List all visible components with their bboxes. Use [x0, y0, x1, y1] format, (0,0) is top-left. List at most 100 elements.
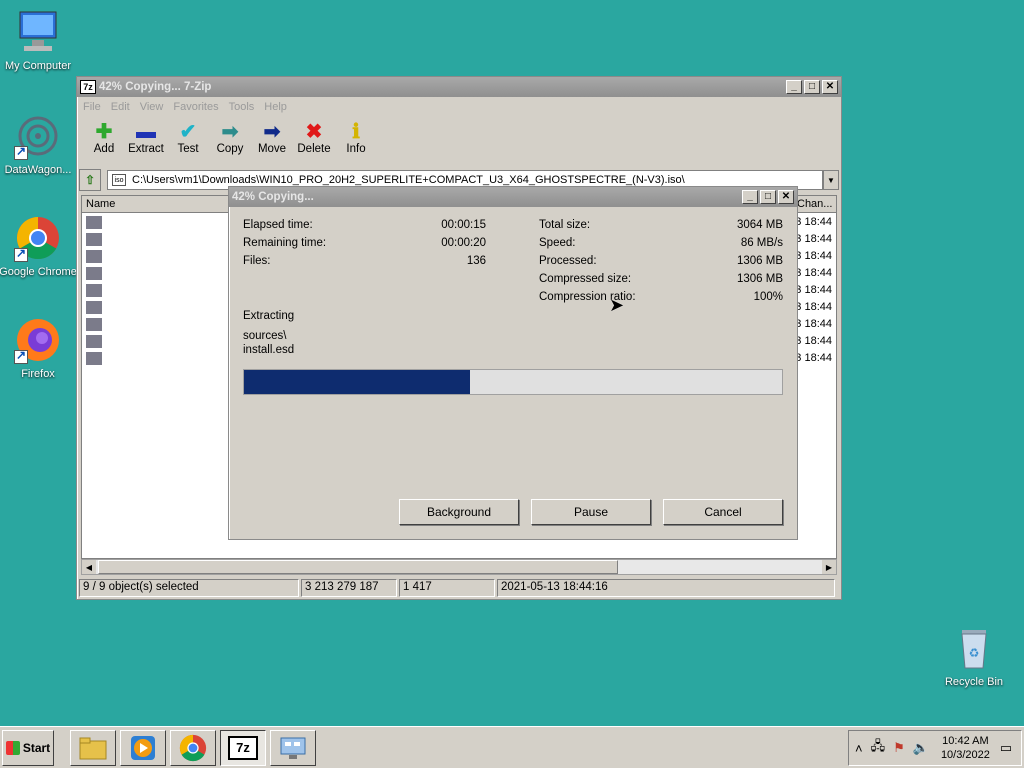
add-button[interactable]: ✚ Add — [83, 117, 125, 155]
chevron-down-icon: ▼ — [827, 175, 835, 185]
desktop-icon-recycle-bin[interactable]: ♻ Recycle Bin — [934, 624, 1014, 688]
chrome-icon — [179, 734, 207, 761]
file-icon[interactable] — [86, 318, 102, 331]
chrome-icon — [14, 214, 62, 262]
windows-flag-icon — [5, 740, 20, 755]
progress-bar — [243, 369, 783, 395]
scroll-right-button[interactable]: ▶ — [822, 560, 836, 574]
network-tray-icon[interactable]: 🖧 — [871, 737, 886, 759]
minimize-button[interactable]: _ — [786, 80, 802, 94]
copy-arrow-icon: ➡ — [221, 121, 239, 143]
menu-view[interactable]: View — [140, 101, 164, 113]
horizontal-scrollbar[interactable]: ◀ ▶ — [81, 559, 837, 575]
taskbar-7zip-button[interactable]: 7z — [220, 729, 266, 766]
menu-tools[interactable]: Tools — [229, 101, 255, 113]
network-icon — [280, 737, 306, 759]
menu-bar: File Edit View Favorites Tools Help — [77, 97, 841, 117]
cancel-button[interactable]: Cancel — [663, 499, 783, 525]
show-desktop-icon[interactable]: ▭ — [1000, 740, 1012, 756]
column-header-changed[interactable]: Chan... — [794, 196, 836, 213]
media-player-icon — [131, 735, 155, 760]
taskbar-network-button[interactable] — [270, 729, 316, 766]
speed-value: 86 MB/s — [740, 237, 783, 249]
show-hidden-icons-button[interactable]: ˄ — [855, 741, 863, 756]
test-button[interactable]: ✔ Test — [167, 117, 209, 155]
file-icon[interactable] — [86, 335, 102, 348]
menu-help[interactable]: Help — [264, 101, 287, 113]
desktop-icon-firefox[interactable]: Firefox — [0, 316, 78, 380]
scroll-left-button[interactable]: ◀ — [82, 560, 96, 574]
background-button[interactable]: Background — [399, 499, 519, 525]
main-titlebar[interactable]: 7z 42% Copying... 7-Zip _ □ ✕ — [77, 77, 841, 97]
taskbar-media-player-button[interactable] — [120, 729, 166, 766]
menu-edit[interactable]: Edit — [111, 101, 130, 113]
maximize-button[interactable]: □ — [760, 190, 776, 204]
row-modified: 3 18:44 — [795, 335, 832, 347]
processed-label: Processed: — [539, 255, 597, 267]
folder-icon[interactable] — [86, 250, 102, 263]
maximize-button[interactable]: □ — [804, 80, 820, 94]
folder-icon[interactable] — [86, 233, 102, 246]
pause-button[interactable]: Pause — [531, 499, 651, 525]
desktop-icon-my-computer[interactable]: My Computer — [0, 8, 78, 72]
mouse-cursor-icon: ➤ — [609, 295, 625, 315]
move-button[interactable]: ➡ Move — [251, 117, 293, 155]
extract-button[interactable]: ▬ Extract — [125, 117, 167, 155]
file-icon[interactable] — [86, 352, 102, 365]
desktop-icon-datawagon[interactable]: DataWagon... — [0, 112, 78, 176]
file-icon[interactable] — [86, 301, 102, 314]
operation-label: Extracting — [243, 310, 295, 322]
compressed-size-label: Compressed size: — [539, 273, 632, 285]
dialog-titlebar[interactable]: 42% Copying... _ □ ✕ — [229, 187, 797, 207]
info-icon: ℹ — [352, 121, 360, 143]
move-arrow-icon: ➡ — [263, 121, 281, 143]
window-title: 42% Copying... 7-Zip — [99, 81, 212, 93]
computer-icon — [14, 8, 62, 56]
add-label: Add — [93, 143, 115, 155]
recycle-bin-icon: ♻ — [950, 624, 998, 672]
row-modified: 3 18:44 — [795, 301, 832, 313]
desktop-icon-chrome[interactable]: Google Chrome — [0, 214, 78, 278]
shortcut-arrow-icon — [14, 348, 28, 364]
file-icon[interactable] — [86, 284, 102, 297]
menu-file[interactable]: File — [83, 101, 101, 113]
current-path-dir: sources\ — [243, 330, 287, 342]
speed-label: Speed: — [539, 237, 576, 249]
remaining-time-value: 00:00:20 — [441, 237, 486, 249]
action-center-icon[interactable]: ⚑ — [893, 740, 905, 756]
svg-text:♻: ♻ — [969, 646, 980, 660]
copy-button[interactable]: ➡ Copy — [209, 117, 251, 155]
delete-button[interactable]: ✖ Delete — [293, 117, 335, 155]
row-modified: 3 18:44 — [795, 250, 832, 262]
folder-icon — [79, 737, 107, 759]
info-button[interactable]: ℹ Info — [335, 117, 377, 155]
folder-icon[interactable] — [86, 267, 102, 280]
menu-favorites[interactable]: Favorites — [173, 101, 218, 113]
delete-label: Delete — [297, 143, 331, 155]
clock[interactable]: 10:42 AM 10/3/2022 — [941, 734, 990, 762]
folder-icon[interactable] — [86, 216, 102, 229]
address-dropdown-button[interactable]: ▼ — [823, 170, 839, 190]
minimize-button[interactable]: _ — [742, 190, 758, 204]
dialog-title: 42% Copying... — [232, 191, 314, 203]
7zip-app-icon: 7z — [80, 80, 96, 94]
extract-label: Extract — [128, 143, 164, 155]
close-button[interactable]: ✕ — [822, 80, 838, 94]
column-header-name[interactable]: Name — [86, 198, 115, 210]
volume-icon[interactable]: 🔈 — [913, 740, 929, 756]
taskbar-explorer-button[interactable] — [70, 729, 116, 766]
total-size-value: 3064 MB — [736, 219, 783, 231]
close-button[interactable]: ✕ — [778, 190, 794, 204]
datawagon-icon — [14, 112, 62, 160]
move-label: Move — [257, 143, 287, 155]
start-label: Start — [22, 740, 51, 755]
files-label: Files: — [243, 255, 271, 267]
scroll-thumb[interactable] — [98, 560, 618, 574]
start-button[interactable]: Start — [2, 729, 54, 766]
taskbar-chrome-button[interactable] — [170, 729, 216, 766]
up-folder-button[interactable]: ⇧ — [79, 169, 101, 191]
files-value: 136 — [466, 255, 486, 267]
firefox-icon — [14, 316, 62, 364]
row-modified: 3 18:44 — [795, 318, 832, 330]
system-tray: ˄ 🖧 ⚑ 🔈 10:42 AM 10/3/2022 ▭ — [848, 730, 1022, 766]
